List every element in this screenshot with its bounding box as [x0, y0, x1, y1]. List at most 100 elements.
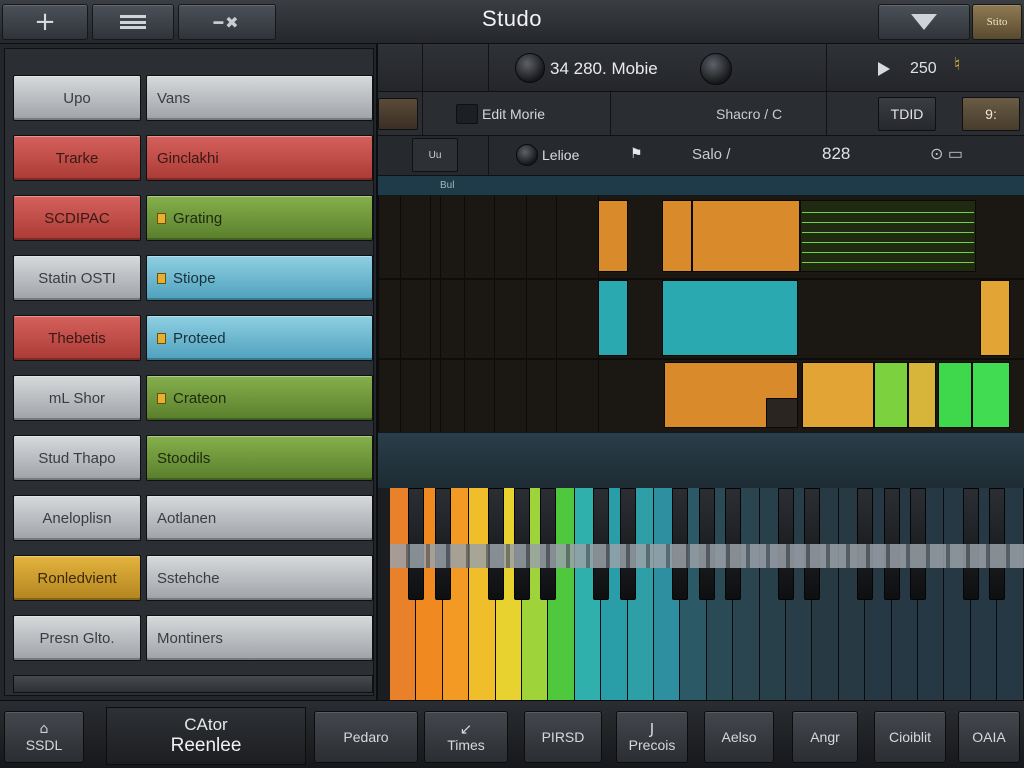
- track-name-button[interactable]: Aneloplisn: [13, 495, 141, 541]
- toolbar-button[interactable]: ↙ Times: [424, 711, 508, 763]
- track-clip-button[interactable]: Vans: [146, 75, 373, 121]
- clip-marker-icon: [157, 212, 166, 224]
- track-clip-button[interactable]: Stoodils: [146, 435, 373, 481]
- track-row[interactable]: Stud Thapo Stoodils: [13, 435, 373, 481]
- track-row[interactable]: Statin OSTI Stiope: [13, 255, 373, 301]
- track-clip-button[interactable]: Stiope: [146, 255, 373, 301]
- grid-column-line: [378, 196, 379, 432]
- track-clip-button[interactable]: Sstehche: [146, 555, 373, 601]
- track-clip-label: Proteed: [173, 329, 226, 347]
- toolbar-button-label: PIRSD: [541, 729, 585, 745]
- track-name-button[interactable]: SCDIPAC: [13, 195, 141, 241]
- piano-keyboard[interactable]: [390, 488, 1024, 700]
- toolbar-button[interactable]: Angr: [792, 711, 858, 763]
- instrument-selector[interactable]: CAtor Reenlee: [106, 707, 306, 765]
- track-clip-button[interactable]: Montiners: [146, 615, 373, 661]
- track-clip-label: Montiners: [157, 629, 223, 647]
- toolbar-button[interactable]: Cioiblit: [874, 711, 946, 763]
- track-name-button[interactable]: Upo: [13, 75, 141, 121]
- key-velocity-strip: [390, 544, 1024, 568]
- toolbar-button[interactable]: PIRSD: [524, 711, 602, 763]
- arrangement-clip[interactable]: [802, 362, 874, 428]
- instrument-label-top: CAtor: [184, 715, 228, 734]
- ssdl-button[interactable]: ⌂ SSDL: [4, 711, 84, 763]
- arrangement-clip[interactable]: [972, 362, 1010, 428]
- bottom-toolbar: ⌂ SSDL CAtor Reenlee Pedaro ↙ Times PIRSD J P…: [0, 700, 1024, 768]
- track-row[interactable]: Ronledvient Sstehche: [13, 555, 373, 601]
- track-row[interactable]: SCDIPAC Grating: [13, 195, 373, 241]
- lane-separator: [378, 432, 1024, 488]
- waveform-line: [802, 242, 974, 243]
- track-clip-button[interactable]: Proteed: [146, 315, 373, 361]
- clip-marker-icon: [157, 392, 166, 404]
- waveform-line: [802, 232, 974, 233]
- track-clip-button[interactable]: Crateon: [146, 375, 373, 421]
- track-row[interactable]: Aneloplisn Aotlanen: [13, 495, 373, 541]
- toolbar-button[interactable]: OAIA: [958, 711, 1020, 763]
- badge-button[interactable]: Stito: [972, 4, 1022, 40]
- timeline-ruler[interactable]: Bul: [378, 176, 1024, 196]
- track-clip-label: Vans: [157, 89, 191, 107]
- grid-column-line: [556, 196, 557, 432]
- track-name-button[interactable]: Stud Thapo: [13, 435, 141, 481]
- arrangement-clip[interactable]: [662, 200, 692, 272]
- waveform-line: [802, 262, 974, 263]
- track-name-button[interactable]: Ronledvient: [13, 555, 141, 601]
- flag-icon[interactable]: ⚑: [630, 145, 643, 162]
- toolbar-button[interactable]: Aelso: [704, 711, 774, 763]
- metronome-icon[interactable]: ♮: [954, 54, 960, 75]
- track-name-button[interactable]: Trarke: [13, 135, 141, 181]
- arrangement-clip[interactable]: [938, 362, 972, 428]
- arrangement-clip[interactable]: [662, 280, 798, 356]
- knob-left[interactable]: [515, 53, 545, 83]
- clip-marker-icon: [157, 332, 166, 344]
- transport-bar: 34 280. Mobie 250 ♮: [378, 44, 1024, 92]
- arrangement-clip[interactable]: [692, 200, 800, 272]
- track-clip-button[interactable]: Aotlanen: [146, 495, 373, 541]
- edit-toolbar: Edit Morie Shacro / C TDID 9:: [378, 92, 1024, 136]
- toolbar-button[interactable]: J Precois: [616, 711, 688, 763]
- triangle-view-icon: [907, 13, 941, 31]
- track-name-button[interactable]: Thebetis: [13, 315, 141, 361]
- tempo-value[interactable]: 250: [910, 60, 937, 78]
- display-box[interactable]: TDID: [878, 97, 936, 131]
- rack-button[interactable]: Uu: [412, 138, 458, 172]
- track-row[interactable]: mL Shor Crateon: [13, 375, 373, 421]
- instrument-label-bottom: Reenlee: [170, 735, 242, 756]
- clip-marker-icon: [157, 272, 166, 284]
- track-clip-label: Ginclakhi: [157, 149, 219, 167]
- track-row[interactable]: Thebetis Proteed: [13, 315, 373, 361]
- grid-column-line: [526, 196, 527, 432]
- edit-checkbox[interactable]: [456, 104, 478, 124]
- toolbar-button[interactable]: Pedaro: [314, 711, 418, 763]
- track-name-button[interactable]: mL Shor: [13, 375, 141, 421]
- track-clip-button[interactable]: Grating: [146, 195, 373, 241]
- knob-right[interactable]: [700, 53, 732, 85]
- track-row[interactable]: Presn Glto. Montiners: [13, 615, 373, 661]
- track-clip-button[interactable]: Ginclakhi: [146, 135, 373, 181]
- arrangement-clip[interactable]: [908, 362, 936, 428]
- app-title: Studo: [482, 6, 542, 31]
- mode-label[interactable]: Shacro / C: [716, 106, 782, 122]
- view-button[interactable]: [878, 4, 970, 40]
- arrangement-clip[interactable]: [598, 200, 628, 272]
- arrangement-clip[interactable]: [598, 280, 628, 356]
- arrangement-grid[interactable]: [378, 196, 1024, 432]
- track-clip-label: Aotlanen: [157, 509, 217, 527]
- record-slot[interactable]: [378, 98, 418, 130]
- track-name-button[interactable]: Presn Glto.: [13, 615, 141, 661]
- play-icon[interactable]: [878, 62, 890, 76]
- meter-icon[interactable]: ⊙ ▭: [930, 144, 963, 164]
- track-row[interactable]: Trarke Ginclakhi: [13, 135, 373, 181]
- arrangement-clip[interactable]: [874, 362, 908, 428]
- track-name-button[interactable]: Statin OSTI: [13, 255, 141, 301]
- transport-display: 34 280. Mobie: [550, 59, 658, 78]
- edit-mode-label[interactable]: Edit Morie: [482, 106, 545, 122]
- arrangement-clip[interactable]: [980, 280, 1010, 356]
- track-scroll-strip[interactable]: [13, 675, 373, 693]
- small-knob[interactable]: [516, 144, 538, 166]
- arrangement-clip[interactable]: [766, 398, 798, 428]
- track-row[interactable]: Upo Vans: [13, 75, 373, 121]
- tag-box[interactable]: 9:: [962, 97, 1020, 131]
- track-clip-label: Sstehche: [157, 569, 220, 587]
